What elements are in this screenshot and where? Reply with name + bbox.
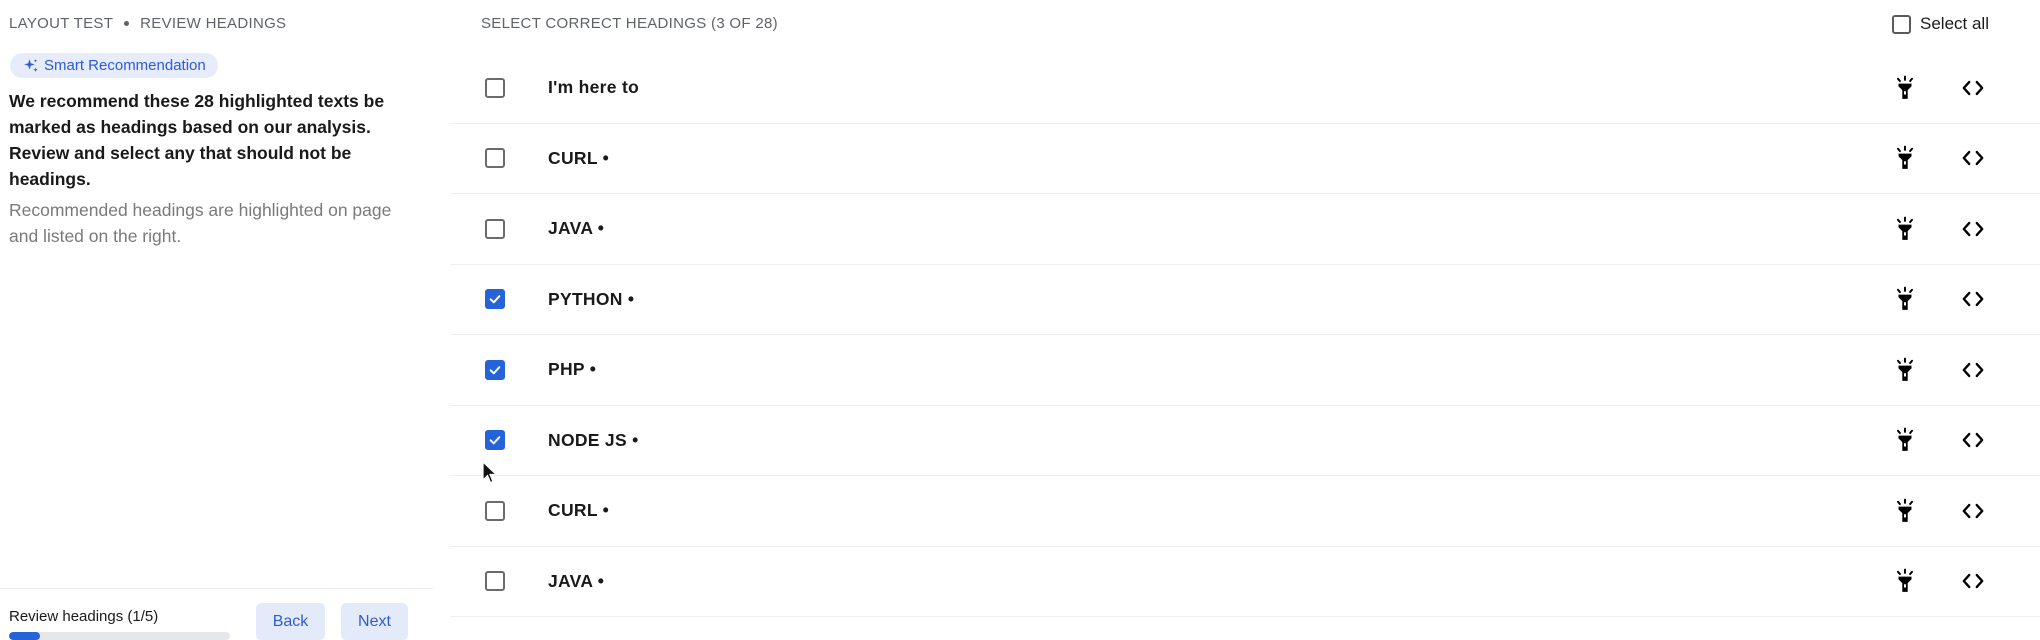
progress-fill <box>9 632 40 640</box>
breadcrumb-item-layout-test: LAYOUT TEST <box>9 15 114 32</box>
progress-bar <box>9 632 230 640</box>
code-icon[interactable] <box>1958 73 1988 103</box>
heading-row[interactable]: JAVA • <box>450 194 2040 265</box>
smart-recommendation-label: Smart Recommendation <box>44 57 206 74</box>
heading-checkbox[interactable] <box>485 430 505 451</box>
progress-label: Review headings (1/5) <box>9 608 159 625</box>
heading-checkbox[interactable] <box>485 218 505 239</box>
breadcrumb-separator <box>124 21 130 26</box>
heading-label: I'm here to <box>548 77 640 98</box>
breadcrumb-item-review-headings: REVIEW HEADINGS <box>140 15 287 32</box>
heading-row[interactable]: CURL • <box>450 124 2040 194</box>
flashlight-icon[interactable] <box>1890 496 1920 526</box>
flashlight-icon[interactable] <box>1890 566 1920 596</box>
smart-recommendation-badge: Smart Recommendation <box>10 53 218 78</box>
recommendation-subtitle: Recommended headings are highlighted on … <box>9 200 392 246</box>
heading-checkbox[interactable] <box>485 359 505 380</box>
heading-checkbox[interactable] <box>485 77 505 98</box>
sparkle-icon <box>24 58 38 72</box>
flashlight-icon[interactable] <box>1890 284 1920 314</box>
headings-list: I'm here to CURL • JAVA • PYTHON • PHP • NODE… <box>450 53 2040 617</box>
heading-row[interactable]: I'm here to <box>450 53 2040 124</box>
heading-label: CURL • <box>548 147 610 168</box>
flashlight-icon[interactable] <box>1890 425 1920 455</box>
heading-label: NODE JS • <box>548 429 639 450</box>
flashlight-icon[interactable] <box>1890 214 1920 244</box>
next-button[interactable]: Next <box>341 603 408 640</box>
heading-checkbox[interactable] <box>485 500 505 521</box>
heading-label: JAVA • <box>548 218 605 239</box>
heading-row[interactable]: PYTHON • <box>450 265 2040 335</box>
heading-row[interactable]: JAVA • <box>450 547 2040 617</box>
heading-row[interactable]: NODE JS • <box>450 406 2040 476</box>
select-all-control[interactable]: Select all <box>1892 14 1989 34</box>
heading-checkbox[interactable] <box>485 289 505 310</box>
heading-checkbox[interactable] <box>485 148 505 169</box>
checkmark-icon <box>489 295 501 304</box>
flashlight-icon[interactable] <box>1890 355 1920 385</box>
code-icon[interactable] <box>1958 284 1988 314</box>
code-icon[interactable] <box>1958 214 1988 244</box>
code-icon[interactable] <box>1958 143 1988 173</box>
code-icon[interactable] <box>1958 566 1988 596</box>
select-all-checkbox[interactable] <box>1892 14 1911 34</box>
heading-checkbox[interactable] <box>485 571 505 592</box>
code-icon[interactable] <box>1958 355 1988 385</box>
flashlight-icon[interactable] <box>1890 143 1920 173</box>
mouse-cursor-icon <box>482 461 498 484</box>
headings-list-panel: SELECT CORRECT HEADINGS (3 OF 28) Select… <box>450 0 2040 640</box>
heading-row[interactable]: CURL • <box>450 476 2040 547</box>
heading-label: PHP • <box>548 359 597 380</box>
code-icon[interactable] <box>1958 496 1988 526</box>
code-icon[interactable] <box>1958 425 1988 455</box>
flashlight-icon[interactable] <box>1890 73 1920 103</box>
list-header: SELECT CORRECT HEADINGS (3 OF 28) <box>481 15 778 32</box>
recommendation-title: We recommend these 28 highlighted texts … <box>9 91 385 189</box>
back-button[interactable]: Back <box>256 603 325 640</box>
left-panel: LAYOUT TEST REVIEW HEADINGS Smart Recomm… <box>0 0 433 640</box>
heading-label: CURL • <box>548 500 610 521</box>
select-all-label[interactable]: Select all <box>1920 14 1989 34</box>
heading-label: PYTHON • <box>548 288 635 309</box>
checkmark-icon <box>489 365 501 375</box>
heading-row[interactable]: PHP • <box>450 335 2040 406</box>
checkmark-icon <box>489 436 501 445</box>
breadcrumb: LAYOUT TEST REVIEW HEADINGS <box>9 15 286 32</box>
heading-label: JAVA • <box>548 570 605 591</box>
